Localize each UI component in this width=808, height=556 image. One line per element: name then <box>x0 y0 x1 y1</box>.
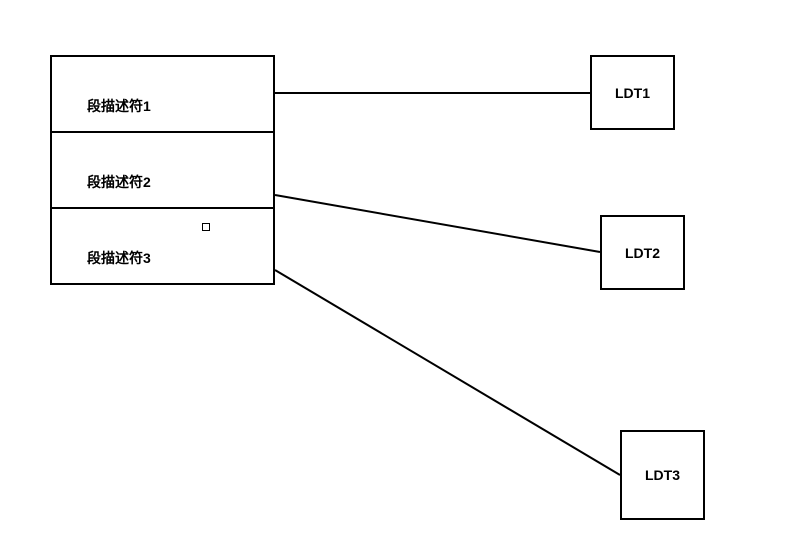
ldt-label-1: LDT1 <box>615 85 650 101</box>
descriptor-row-2: 段描述符2 <box>52 133 273 209</box>
descriptor-table: 段描述符1 段描述符2 段描述符3 <box>50 55 275 285</box>
ldt-label-3: LDT3 <box>645 467 680 483</box>
ldt-label-2: LDT2 <box>625 245 660 261</box>
descriptor-label-2: 段描述符2 <box>87 172 151 192</box>
connection-line-3 <box>275 270 620 475</box>
small-square-marker <box>202 223 210 231</box>
descriptor-row-3: 段描述符3 <box>52 209 273 285</box>
descriptor-label-1: 段描述符1 <box>87 96 151 116</box>
ldt-box-3: LDT3 <box>620 430 705 520</box>
connection-line-2 <box>275 195 600 252</box>
descriptor-row-1: 段描述符1 <box>52 57 273 133</box>
ldt-box-1: LDT1 <box>590 55 675 130</box>
ldt-box-2: LDT2 <box>600 215 685 290</box>
descriptor-label-3: 段描述符3 <box>87 248 151 268</box>
